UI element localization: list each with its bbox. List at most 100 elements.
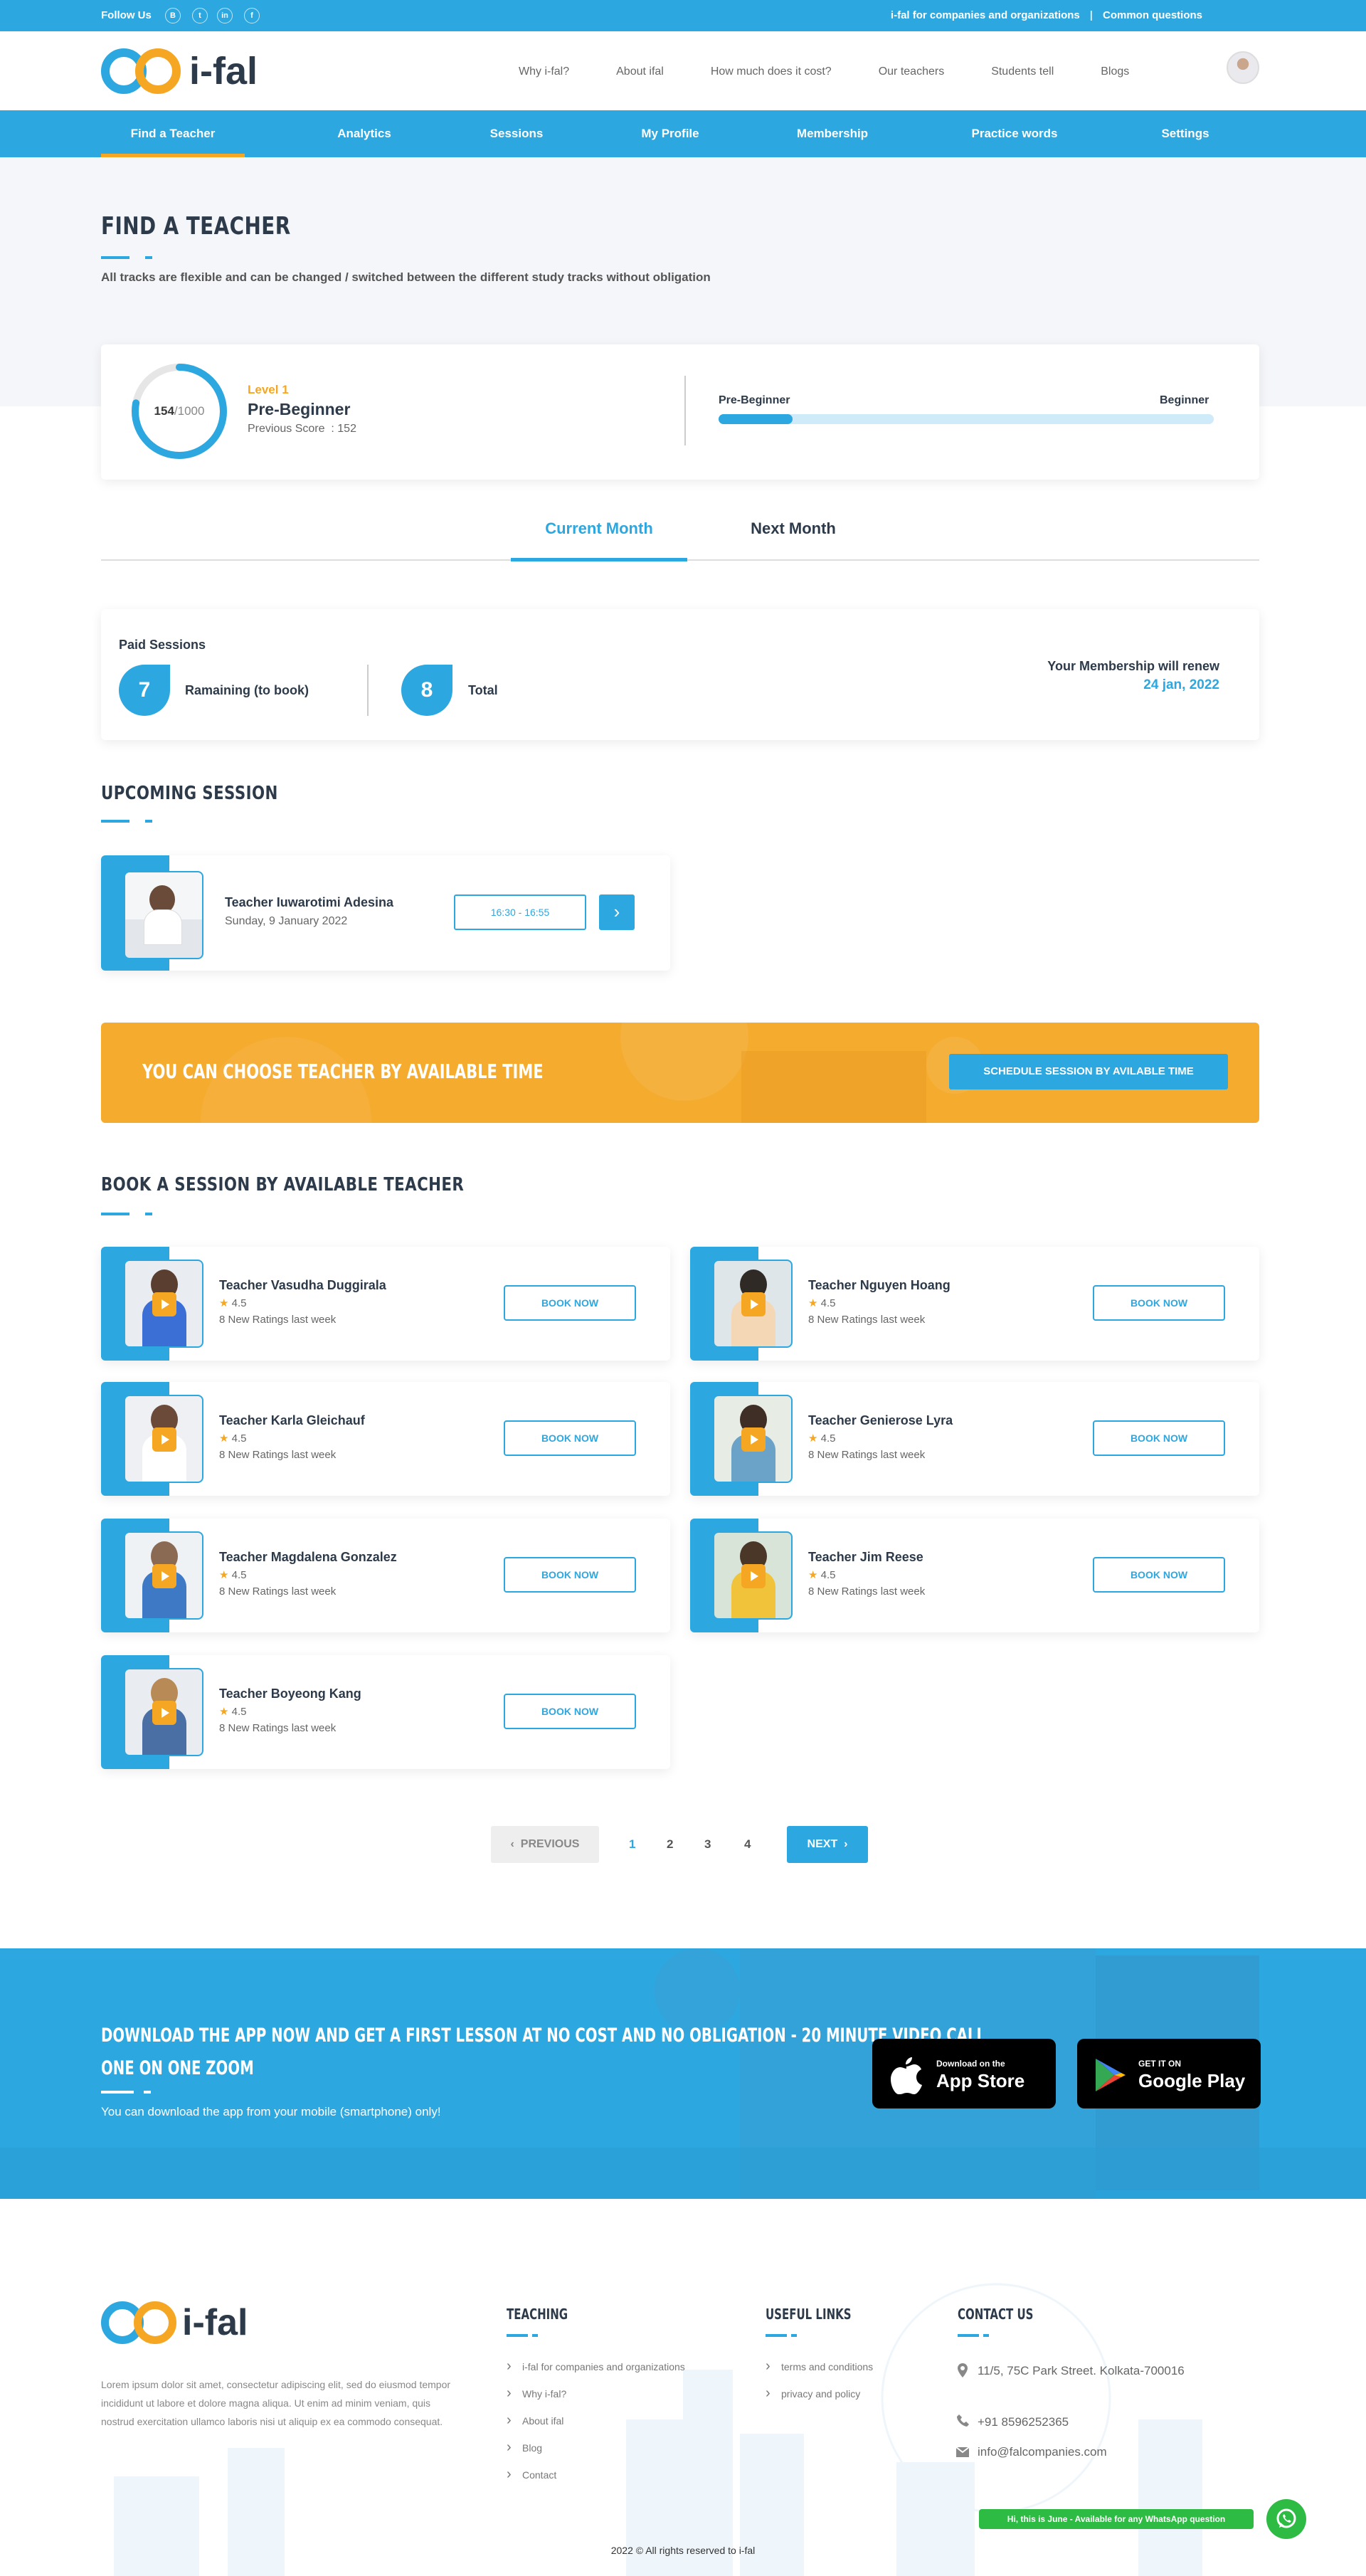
footer-link-companies[interactable]: i-fal for companies and organizations (507, 2358, 685, 2375)
play-video-icon[interactable] (152, 1701, 176, 1725)
footer-link-privacy[interactable]: privacy and policy (766, 2385, 860, 2402)
page-4[interactable]: 4 (744, 1837, 751, 1852)
copyright: 2022 © All rights reserved to i-fal (610, 2545, 756, 2556)
footer-link-about[interactable]: About ifal (507, 2412, 564, 2429)
active-tab-indicator (511, 558, 687, 561)
contact-heading: CONTACT US (958, 2306, 1034, 2323)
whatsapp-chat-label[interactable]: Hi, this is June - Available for any Wha… (979, 2509, 1254, 2529)
nav-why[interactable]: Why i-fal? (519, 65, 569, 78)
renew-label: Your Membership will renew (1047, 659, 1219, 673)
google-play-button[interactable]: GET IT ON Google Play (1077, 2039, 1261, 2108)
book-now-button[interactable]: BOOK NOW (504, 1694, 636, 1729)
contact-email[interactable]: info@falcompanies.com (978, 2445, 1107, 2459)
nav-students[interactable]: Students tell (991, 65, 1054, 78)
book-now-button[interactable]: BOOK NOW (1093, 1557, 1225, 1593)
app-store-button[interactable]: Download on the App Store (872, 2039, 1056, 2108)
teacher-name: Teacher Karla Gleichauf (219, 1413, 365, 1427)
menu-analytics[interactable]: Analytics (306, 110, 423, 157)
linkedin-icon[interactable]: in (217, 8, 233, 23)
book-now-button[interactable]: BOOK NOW (1093, 1420, 1225, 1456)
star-icon: ★ (808, 1432, 818, 1445)
remaining-count: 7 (119, 665, 170, 716)
play-video-icon[interactable] (152, 1564, 176, 1588)
menu-settings[interactable]: Settings (1128, 110, 1242, 157)
tab-next-month[interactable]: Next Month (716, 519, 871, 538)
teacher-card: Teacher Jim Reese ★ 4.5 8 New Ratings la… (690, 1519, 1259, 1632)
upcoming-teacher-name: Teacher Iuwarotimi Adesina (225, 895, 394, 909)
teacher-card: Teacher Boyeong Kang ★ 4.5 8 New Ratings… (101, 1655, 670, 1769)
teacher-name: Teacher Genierose Lyra (808, 1413, 953, 1427)
footer-link-why[interactable]: Why i-fal? (507, 2385, 566, 2402)
play-video-icon[interactable] (741, 1292, 766, 1316)
teacher-ratings-note: 8 New Ratings last week (219, 1314, 337, 1326)
page-title: FIND A TEACHER (101, 212, 291, 241)
teacher-ratings-note: 8 New Ratings last week (808, 1585, 926, 1598)
tab-current-month[interactable]: Current Month (511, 519, 687, 538)
teacher-name: Teacher Vasudha Duggirala (219, 1278, 386, 1292)
facebook-icon[interactable]: f (244, 8, 260, 23)
play-video-icon[interactable] (741, 1564, 766, 1588)
menu-find-teacher[interactable]: Find a Teacher (101, 110, 245, 157)
teacher-card: Teacher Vasudha Duggirala ★ 4.5 8 New Ra… (101, 1247, 670, 1361)
whatsapp-button[interactable] (1266, 2499, 1306, 2539)
menu-practice-words[interactable]: Practice words (958, 110, 1071, 157)
dashboard-menu: Find a Teacher Analytics Sessions My Pro… (0, 110, 1366, 157)
teacher-rating-value: 4.5 (231, 1297, 247, 1309)
session-time: 16:30 - 16:55 (454, 894, 586, 930)
book-now-button[interactable]: BOOK NOW (504, 1557, 636, 1593)
footer-link-blog[interactable]: Blog (507, 2439, 542, 2456)
contact-phone[interactable]: +91 8596252365 (978, 2415, 1069, 2429)
nav-blogs[interactable]: Blogs (1101, 65, 1129, 78)
common-questions-link[interactable]: Common questions (1093, 9, 1212, 21)
sessions-card: Paid Sessions 7 Ramaining (to book) 8 To… (101, 609, 1259, 740)
play-video-icon[interactable] (152, 1427, 176, 1452)
book-now-button[interactable]: BOOK NOW (504, 1285, 636, 1321)
level-progress-fill (719, 414, 793, 424)
star-icon: ★ (219, 1297, 229, 1309)
previous-button[interactable]: ‹ PREVIOUS (491, 1826, 599, 1863)
teacher-rating: ★ 4.5 (219, 1297, 246, 1309)
google-play-icon (1096, 2059, 1126, 2091)
total-label: Total (468, 683, 498, 697)
page-1[interactable]: 1 (629, 1837, 635, 1852)
next-label: NEXT (807, 1838, 838, 1850)
banner-text: YOU CAN CHOOSE TEACHER BY AVAILABLE TIME (142, 1060, 544, 1083)
book-now-button[interactable]: BOOK NOW (1093, 1285, 1225, 1321)
teacher-ratings-note: 8 New Ratings last week (219, 1449, 337, 1461)
footer-link-contact[interactable]: Contact (507, 2466, 556, 2483)
follow-us-label: Follow Us (101, 9, 152, 21)
app-store-big: App Store (936, 2070, 1025, 2091)
menu-membership[interactable]: Membership (775, 110, 889, 157)
user-avatar[interactable] (1227, 51, 1259, 84)
twitter-icon[interactable]: t (192, 8, 208, 23)
teacher-rating: ★ 4.5 (808, 1297, 835, 1309)
nav-cost[interactable]: How much does it cost? (711, 65, 832, 78)
site-logo[interactable]: i-fal (101, 47, 258, 95)
nav-about[interactable]: About ifal (616, 65, 664, 78)
whatsapp-icon (1276, 2508, 1296, 2528)
teacher-rating: ★ 4.5 (219, 1568, 246, 1581)
nav-teachers[interactable]: Our teachers (879, 65, 944, 78)
blogger-icon[interactable]: B (165, 8, 181, 23)
google-play-big: Google Play (1138, 2070, 1246, 2091)
book-now-button[interactable]: BOOK NOW (504, 1420, 636, 1456)
remaining-label: Ramaining (to book) (185, 683, 309, 697)
companies-link[interactable]: i-fal for companies and organizations (881, 9, 1090, 21)
page-3[interactable]: 3 (704, 1837, 711, 1852)
level-progress-bar (719, 414, 1214, 424)
teacher-photo (124, 1668, 203, 1756)
page-2[interactable]: 2 (667, 1837, 673, 1852)
app-title: DOWNLOAD THE APP NOW AND GET A FIRST LES… (101, 2020, 985, 2085)
play-video-icon[interactable] (152, 1292, 176, 1316)
play-video-icon[interactable] (741, 1427, 766, 1452)
menu-sessions[interactable]: Sessions (460, 110, 573, 157)
footer-link-terms[interactable]: terms and conditions (766, 2358, 873, 2375)
menu-my-profile[interactable]: My Profile (613, 110, 727, 157)
schedule-session-button[interactable]: SCHEDULE SESSION BY AVILABLE TIME (949, 1054, 1228, 1089)
next-button[interactable]: NEXT › (787, 1826, 868, 1863)
teacher-rating-value: 4.5 (820, 1297, 836, 1309)
score-value: 154 (154, 404, 174, 418)
footer-logo[interactable]: i-fal (101, 2300, 248, 2345)
star-icon: ★ (219, 1569, 229, 1581)
chevron-right-icon[interactable]: › (599, 894, 635, 930)
